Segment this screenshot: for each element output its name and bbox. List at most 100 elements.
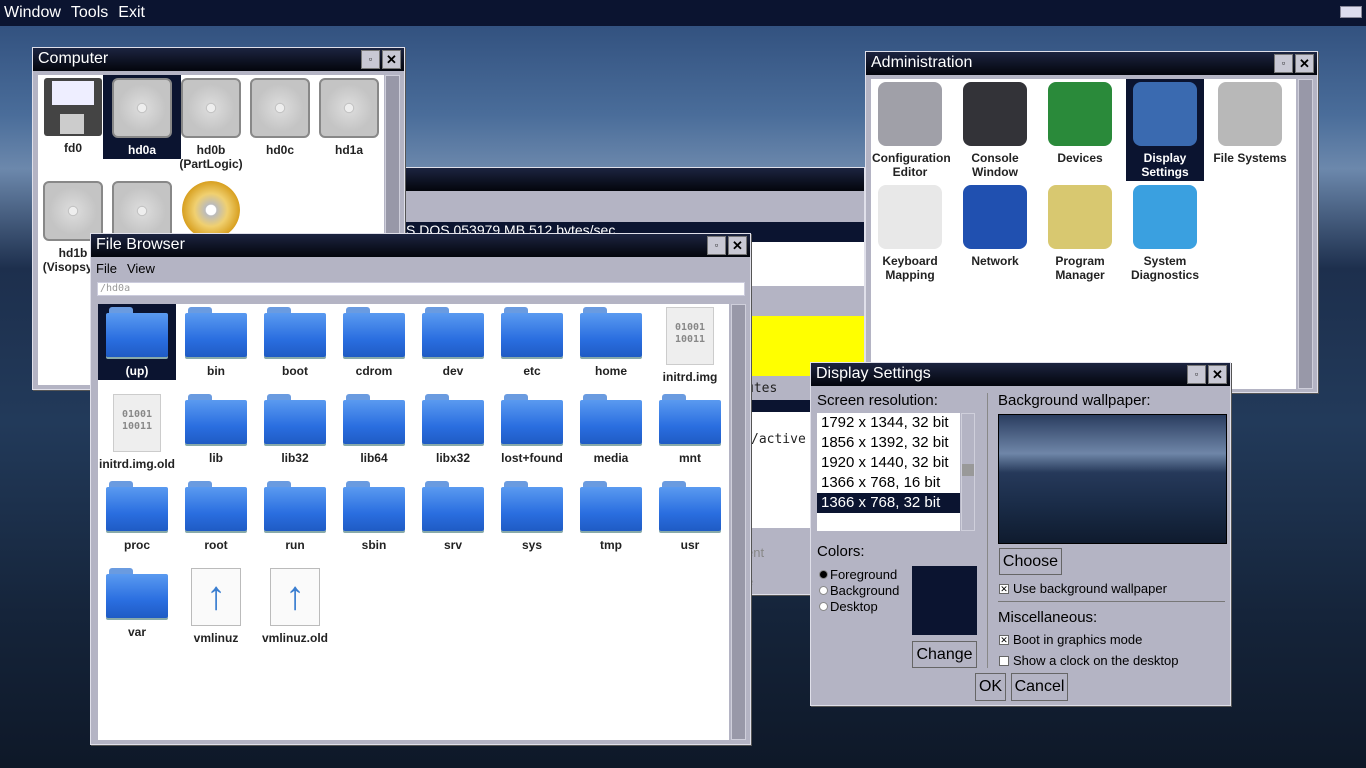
icon-item[interactable]: hd0a: [103, 75, 181, 159]
icon-label: etc: [523, 364, 541, 378]
icon-item[interactable]: Console Window: [956, 79, 1034, 181]
icon-label: fd0: [64, 141, 82, 155]
minimize-button[interactable]: ▫: [707, 236, 726, 255]
icon-item[interactable]: tmp: [572, 478, 650, 554]
icon-item[interactable]: 01001 10011 initrd.img: [651, 304, 729, 386]
file-browser-titlebar[interactable]: File Browser ▫ ✕: [91, 234, 750, 257]
menu-window[interactable]: Window: [4, 4, 61, 22]
icon-item[interactable]: sbin: [335, 478, 413, 554]
boot-graphics-checkbox[interactable]: ✕ Boot in graphics mode: [999, 632, 1142, 647]
icon-item[interactable]: hd0c: [241, 75, 319, 159]
menu-exit[interactable]: Exit: [118, 4, 145, 22]
icon-item[interactable]: var: [98, 565, 176, 641]
icon-item[interactable]: fd0: [38, 75, 112, 157]
resolution-list[interactable]: 1792 x 1344, 32 bit 1856 x 1392, 32 bit 19…: [817, 413, 960, 531]
icon-item[interactable]: mnt: [651, 391, 729, 467]
icon-item[interactable]: usr: [651, 478, 729, 554]
icon-item[interactable]: ↑ vmlinuz.old: [256, 565, 334, 647]
icon-item[interactable]: run: [256, 478, 334, 554]
icon-item[interactable]: (up): [98, 304, 176, 380]
close-button[interactable]: ✕: [728, 236, 747, 255]
close-button[interactable]: ✕: [382, 50, 401, 69]
icon-label: vmlinuz.old: [262, 631, 328, 645]
icon-item[interactable]: bin: [177, 304, 255, 380]
resolution-option[interactable]: 1366 x 768, 16 bit: [817, 473, 960, 493]
change-button[interactable]: Change: [912, 641, 977, 668]
database-icon: [1211, 79, 1289, 149]
computer-titlebar[interactable]: Computer ▫ ✕: [33, 48, 404, 71]
icon-item[interactable]: home: [572, 304, 650, 380]
icon-label: System Diagnostics: [1130, 254, 1199, 282]
use-wallpaper-checkbox[interactable]: ✕ Use background wallpaper: [999, 581, 1167, 596]
icon-item[interactable]: etc: [493, 304, 571, 380]
icon-item[interactable]: lib64: [335, 391, 413, 467]
window-title: Administration: [871, 54, 973, 71]
background-window-titlebar[interactable]: [406, 168, 864, 191]
icon-label: libx32: [435, 451, 471, 465]
administration-titlebar[interactable]: Administration ▫ ✕: [866, 52, 1317, 75]
icon-label: Devices: [1057, 151, 1103, 165]
icon-item[interactable]: hd0b (PartLogic): [172, 75, 250, 173]
icon-item[interactable]: Program Manager: [1041, 182, 1119, 284]
icon-label: root: [204, 538, 228, 552]
icon-item[interactable]: libx32: [414, 391, 492, 467]
clock-checkbox[interactable]: Show a clock on the desktop: [999, 653, 1179, 668]
gear-icon: [871, 79, 949, 149]
resolution-scrollbar[interactable]: [961, 413, 975, 531]
icon-label: srv: [443, 538, 463, 552]
minimize-button[interactable]: ▫: [361, 50, 380, 69]
resolution-option[interactable]: 1366 x 768, 32 bit: [817, 493, 960, 513]
color-radio-desktop[interactable]: Desktop: [819, 599, 878, 614]
icon-item[interactable]: ↑ vmlinuz: [177, 565, 255, 647]
color-radio-background[interactable]: Background: [819, 583, 899, 598]
minimize-button[interactable]: ▫: [1187, 365, 1206, 384]
path-field[interactable]: /hd0a: [97, 282, 745, 296]
icon-item[interactable]: File Systems: [1211, 79, 1289, 167]
scrollbar[interactable]: [1298, 79, 1313, 389]
scrollbar[interactable]: [731, 304, 746, 740]
menu-view[interactable]: View: [127, 261, 155, 276]
executable-file-icon: ↑: [177, 565, 255, 629]
icon-item[interactable]: hd1a: [310, 75, 384, 159]
icon-item[interactable]: Network: [956, 182, 1034, 270]
icon-item[interactable]: proc: [98, 478, 176, 554]
icon-item[interactable]: Devices: [1041, 79, 1119, 167]
resolution-option[interactable]: 1792 x 1344, 32 bit: [817, 413, 960, 433]
ok-button[interactable]: OK: [975, 673, 1006, 701]
icon-item[interactable]: Keyboard Mapping: [871, 182, 949, 284]
close-button[interactable]: ✕: [1295, 54, 1314, 73]
choose-button[interactable]: Choose: [999, 548, 1062, 575]
icon-item[interactable]: boot: [256, 304, 334, 380]
icon-item[interactable]: lib: [177, 391, 255, 467]
cancel-button[interactable]: Cancel: [1011, 673, 1068, 701]
resolution-option[interactable]: 1856 x 1392, 32 bit: [817, 433, 960, 453]
icon-item[interactable]: root: [177, 478, 255, 554]
resolution-option[interactable]: 1920 x 1440, 32 bit: [817, 453, 960, 473]
icon-item[interactable]: srv: [414, 478, 492, 554]
icon-label: sbin: [361, 538, 387, 552]
icon-item[interactable]: lost+found: [493, 391, 571, 467]
icon-item[interactable]: dev: [414, 304, 492, 380]
close-button[interactable]: ✕: [1208, 365, 1227, 384]
menubar-button[interactable]: [1340, 6, 1362, 18]
icon-item[interactable]: lib32: [256, 391, 334, 467]
display-settings-titlebar[interactable]: Display Settings ▫ ✕: [811, 363, 1230, 386]
minimize-button[interactable]: ▫: [1274, 54, 1293, 73]
icon-item[interactable]: System Diagnostics: [1126, 182, 1204, 284]
icon-item[interactable]: Configuration Editor: [871, 79, 951, 181]
icon-item[interactable]: Display Settings: [1126, 79, 1204, 181]
icon-item[interactable]: cdrom: [335, 304, 413, 380]
file-list: (up) bin boot cdrom dev etc home 01001 10011 init…: [98, 304, 729, 740]
menu-file[interactable]: File: [96, 261, 117, 276]
icon-label: Keyboard Mapping: [882, 254, 938, 282]
color-radio-foreground[interactable]: Foreground: [819, 567, 897, 582]
icon-label: boot: [282, 364, 308, 378]
folder-icon: [414, 304, 492, 362]
icon-item[interactable]: media: [572, 391, 650, 467]
icon-item[interactable]: 01001 10011 initrd.img.old: [98, 391, 176, 473]
icon-item[interactable]: sys: [493, 478, 571, 554]
folder-icon: [256, 478, 334, 536]
folder-icon: [572, 391, 650, 449]
menu-tools[interactable]: Tools: [71, 4, 108, 22]
folder-icon: [177, 391, 255, 449]
